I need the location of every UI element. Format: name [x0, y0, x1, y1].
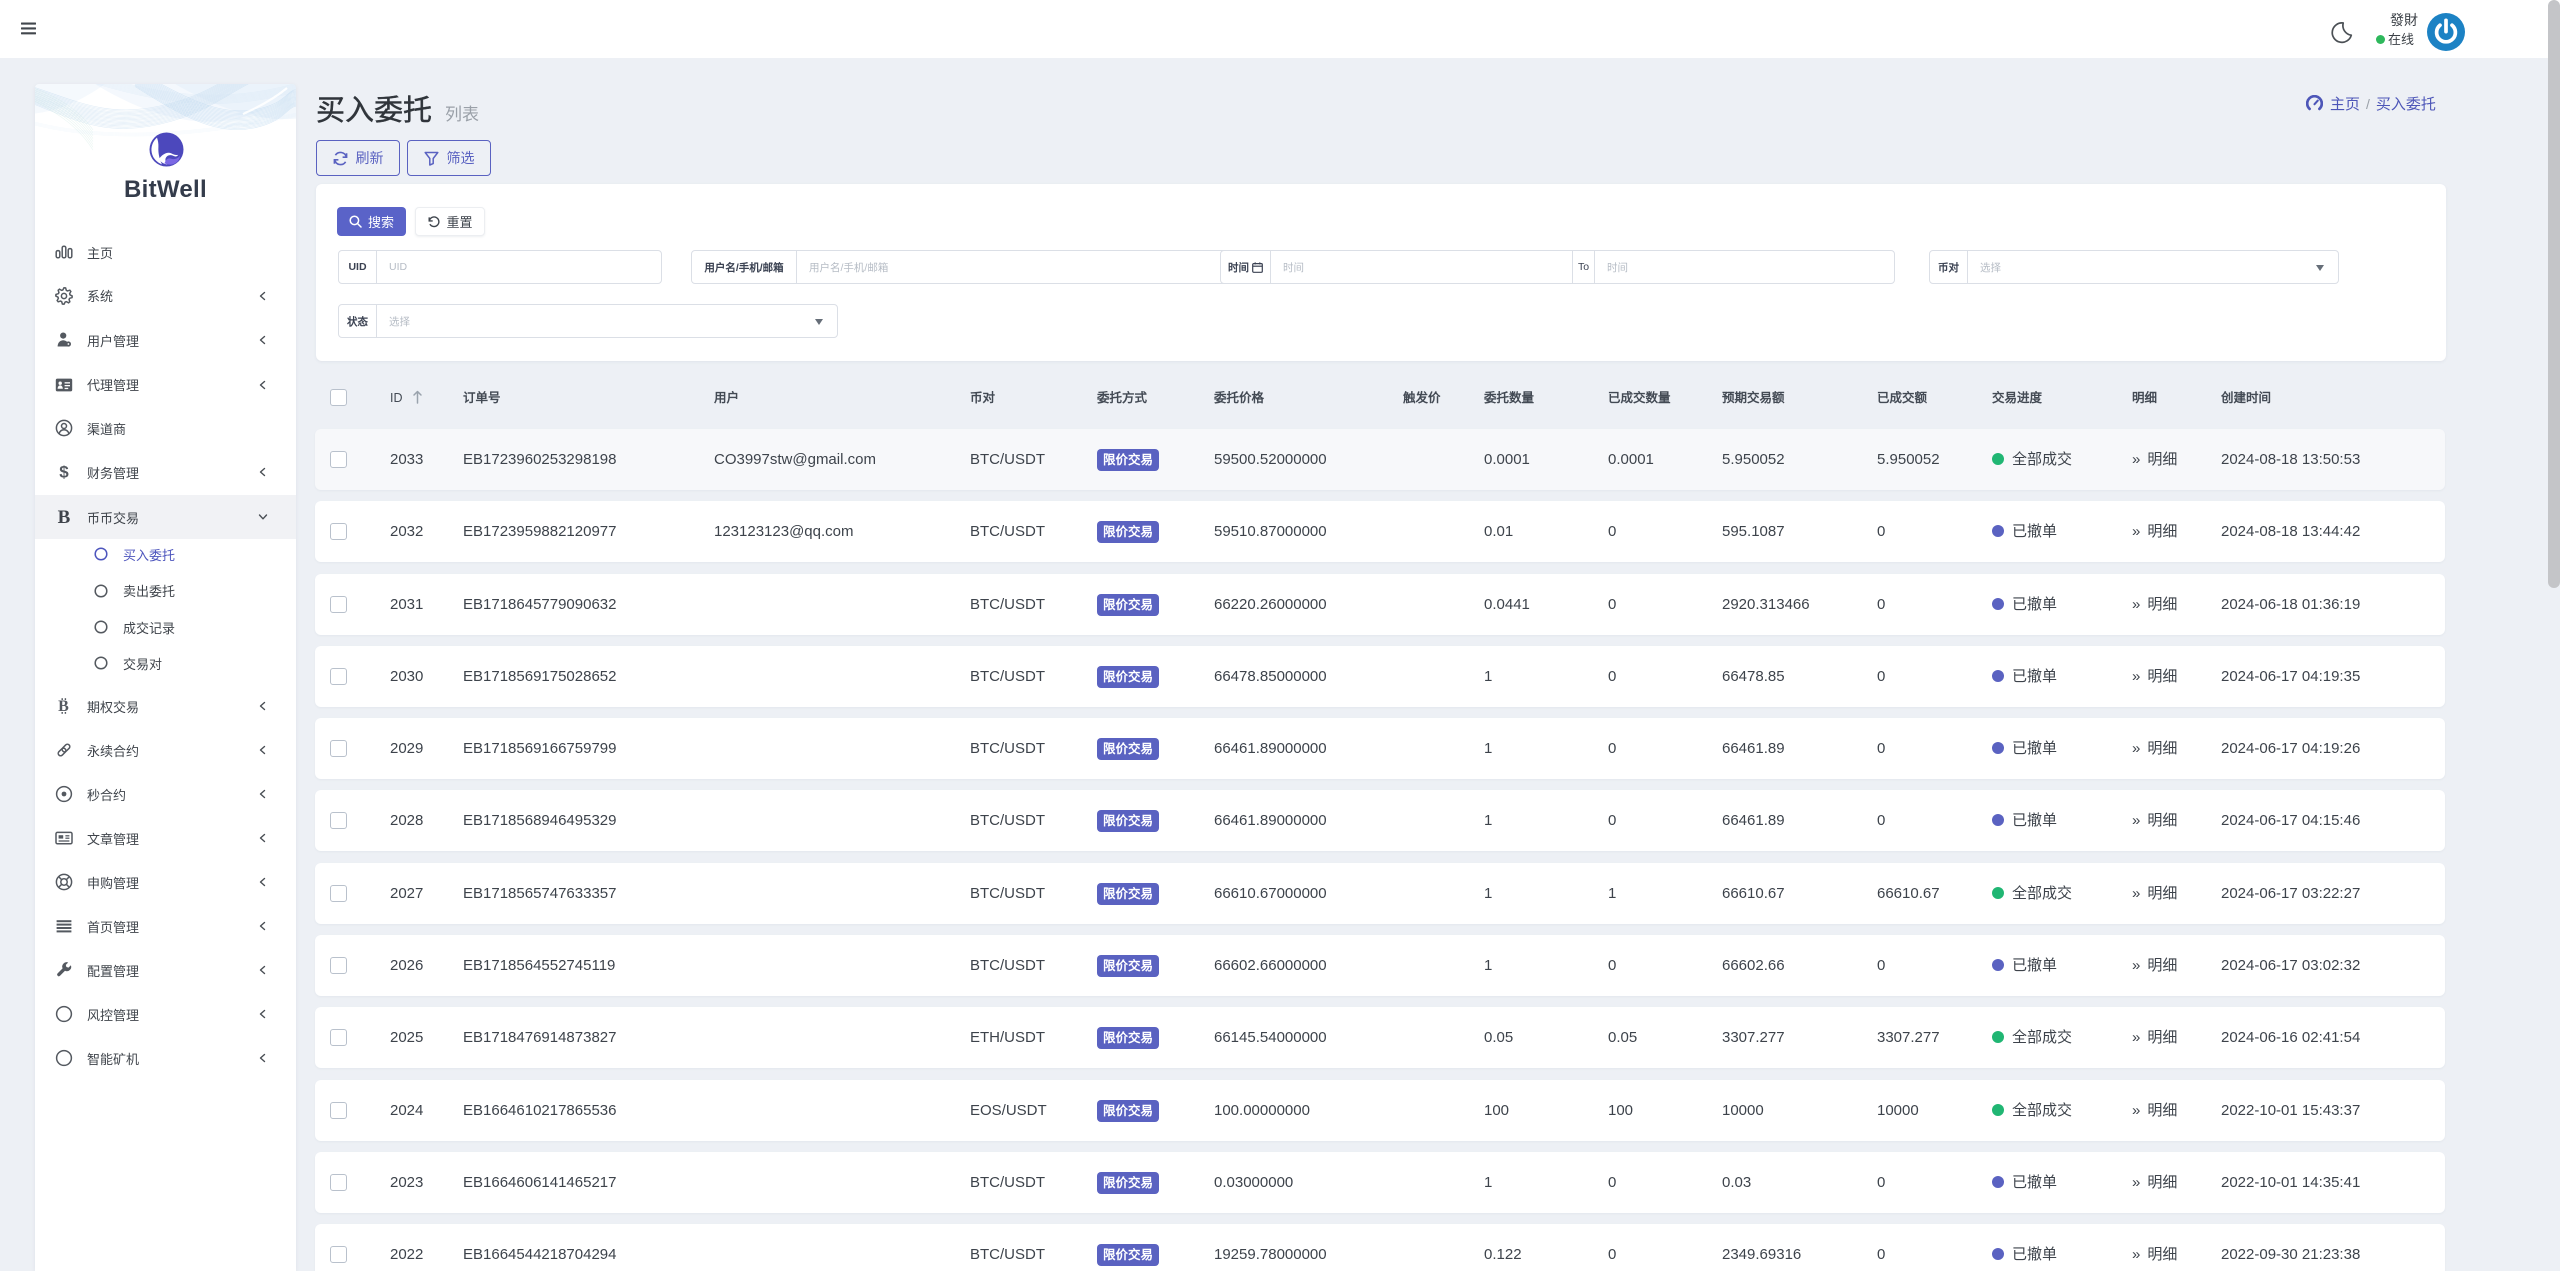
svg-text:B: B [58, 698, 69, 715]
svg-text:B: B [58, 508, 71, 526]
svg-text:$: $ [59, 463, 69, 481]
